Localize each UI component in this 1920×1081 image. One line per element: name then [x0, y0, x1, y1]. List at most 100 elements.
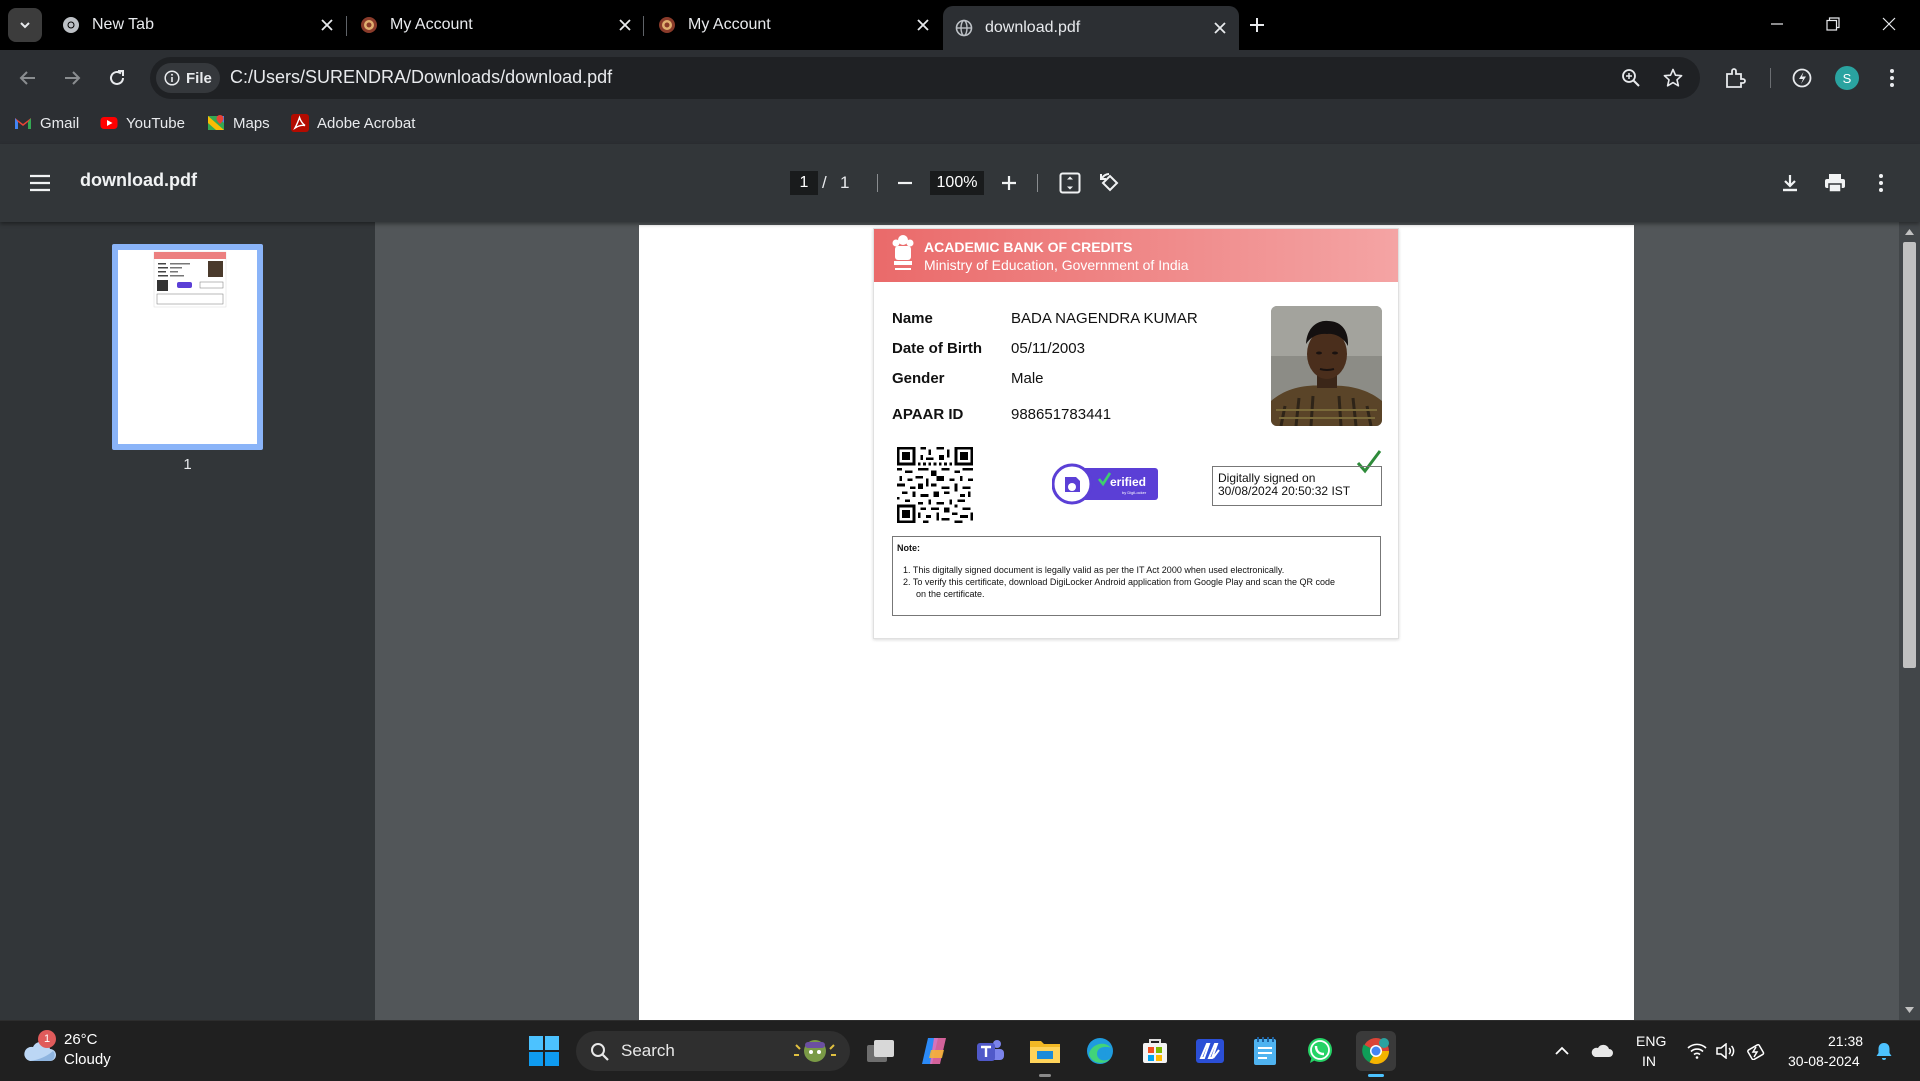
weather-condition: Cloudy	[64, 1051, 111, 1068]
clock-time[interactable]: 21:38	[1828, 1033, 1863, 1049]
menu-kebab-icon[interactable]	[1877, 63, 1907, 93]
forward-button[interactable]	[55, 61, 89, 95]
page-number-input[interactable]: 1	[790, 171, 818, 195]
scroll-up-arrow-icon[interactable]	[1903, 226, 1916, 238]
profile-avatar[interactable]: S	[1835, 66, 1859, 90]
chrome-icon	[1362, 1038, 1390, 1065]
download-icon[interactable]	[1775, 168, 1805, 198]
close-icon[interactable]	[316, 14, 338, 36]
language-region[interactable]: IN	[1642, 1053, 1656, 1069]
close-window-button[interactable]	[1866, 6, 1912, 42]
search-icon	[591, 1043, 609, 1061]
notepad-icon	[1254, 1037, 1276, 1065]
minimize-icon	[1771, 23, 1783, 25]
page-thumbnail[interactable]	[112, 244, 263, 450]
url-text[interactable]: C:/Users/SURENDRA/Downloads/download.pdf	[230, 67, 612, 88]
close-icon[interactable]	[912, 14, 934, 36]
sidebar-menu-icon[interactable]	[25, 168, 55, 198]
university-logo-icon	[360, 16, 378, 34]
minimize-button[interactable]	[1754, 6, 1800, 42]
plus-icon	[1250, 18, 1264, 32]
notepad-app[interactable]	[1245, 1031, 1285, 1071]
bookmark-maps[interactable]: Maps	[207, 114, 270, 132]
temperature: 26°C	[64, 1031, 98, 1048]
tab-strip: New Tab My Account My Account download.p…	[0, 0, 1920, 50]
pdf-toolbar-divider	[1037, 174, 1038, 192]
copilot-app[interactable]	[915, 1031, 955, 1071]
whatsapp-app[interactable]	[1300, 1031, 1340, 1071]
tab-title: New Tab	[92, 16, 154, 33]
page-total: 1	[840, 173, 850, 192]
file-explorer-app[interactable]	[1025, 1031, 1065, 1077]
chevron-down-icon	[20, 22, 30, 29]
battery-charging-icon[interactable]	[1745, 1040, 1767, 1062]
zoom-out-button[interactable]	[890, 168, 920, 198]
weather-widget[interactable]: 1 26°C Cloudy	[0, 1021, 140, 1081]
plus-icon	[1002, 176, 1016, 190]
thumbnail-preview-icon	[153, 251, 227, 308]
onedrive-icon[interactable]	[1591, 1040, 1613, 1062]
edge-app[interactable]	[1080, 1031, 1120, 1071]
microsoft-store-app[interactable]	[1135, 1031, 1175, 1071]
more-options-icon[interactable]	[1866, 168, 1896, 198]
tab-download-pdf[interactable]: download.pdf	[943, 6, 1239, 50]
bookmark-gmail[interactable]: Gmail	[14, 114, 79, 132]
windows-taskbar: 1 26°C Cloudy Search ENG IN 21:38 30-08-…	[0, 1020, 1920, 1081]
bookmark-star-icon[interactable]	[1662, 67, 1684, 89]
bookmark-label: Maps	[233, 114, 270, 132]
vertical-scrollbar[interactable]	[1899, 222, 1920, 1020]
teams-app[interactable]	[970, 1031, 1010, 1071]
language-code[interactable]: ENG	[1636, 1033, 1666, 1049]
wifi-icon[interactable]	[1686, 1040, 1708, 1062]
task-view-button[interactable]	[861, 1031, 901, 1071]
note-item-2-continued: on the certificate.	[916, 589, 985, 599]
browser-toolbar: File C:/Users/SURENDRA/Downloads/downloa…	[0, 50, 1920, 106]
thumbnail-page-label: 1	[183, 456, 192, 473]
start-button[interactable]	[524, 1031, 564, 1071]
address-bar[interactable]: File C:/Users/SURENDRA/Downloads/downloa…	[150, 57, 1700, 99]
new-tab-button[interactable]	[1244, 12, 1270, 38]
site-info-chip[interactable]: File	[156, 63, 220, 93]
tab-my-account-2[interactable]: My Account	[646, 8, 942, 42]
restore-button[interactable]	[1810, 6, 1856, 42]
bookmark-adobe-acrobat[interactable]: Adobe Acrobat	[291, 114, 415, 132]
bookmark-label: YouTube	[126, 114, 185, 132]
back-button[interactable]	[11, 61, 45, 95]
taskbar-search[interactable]: Search	[576, 1031, 850, 1071]
tab-new-tab[interactable]: New Tab	[50, 8, 346, 42]
close-icon[interactable]	[614, 14, 636, 36]
page-separator: /	[822, 173, 827, 192]
print-icon[interactable]	[1820, 168, 1850, 198]
close-icon	[1882, 17, 1896, 31]
zoom-icon[interactable]	[1620, 67, 1642, 89]
scheme-label: File	[186, 69, 212, 87]
fit-page-icon[interactable]	[1055, 168, 1085, 198]
thumbnail-sidebar: 1	[0, 222, 375, 1020]
reload-button[interactable]	[100, 61, 134, 95]
scroll-down-arrow-icon[interactable]	[1903, 1004, 1916, 1016]
performance-icon[interactable]	[1787, 63, 1817, 93]
volume-icon[interactable]	[1715, 1040, 1737, 1062]
edge-icon	[1087, 1038, 1113, 1064]
teams-icon	[977, 1040, 1004, 1061]
chrome-icon	[62, 16, 80, 34]
notification-bell-icon[interactable]	[1873, 1040, 1895, 1062]
field-label-gender: Gender	[892, 370, 945, 387]
zoom-in-button[interactable]	[994, 168, 1024, 198]
clock-date[interactable]: 30-08-2024	[1788, 1053, 1860, 1069]
info-icon	[164, 70, 180, 86]
tab-my-account-1[interactable]: My Account	[348, 8, 644, 42]
show-hidden-icons-chevron-icon[interactable]	[1551, 1040, 1573, 1062]
rotate-icon[interactable]	[1095, 168, 1125, 198]
bookmark-label: Adobe Acrobat	[317, 114, 416, 132]
zoom-level-input[interactable]: 100%	[930, 171, 984, 195]
tab-search-button[interactable]	[8, 8, 42, 42]
extensions-icon[interactable]	[1720, 63, 1750, 93]
chrome-app[interactable]	[1356, 1031, 1396, 1077]
close-icon[interactable]	[1209, 17, 1231, 39]
bookmark-youtube[interactable]: YouTube	[100, 114, 185, 132]
running-indicator	[1368, 1074, 1384, 1077]
qr-code-icon	[897, 447, 973, 523]
scrollbar-thumb[interactable]	[1903, 242, 1916, 668]
editor-app[interactable]	[1190, 1031, 1230, 1071]
